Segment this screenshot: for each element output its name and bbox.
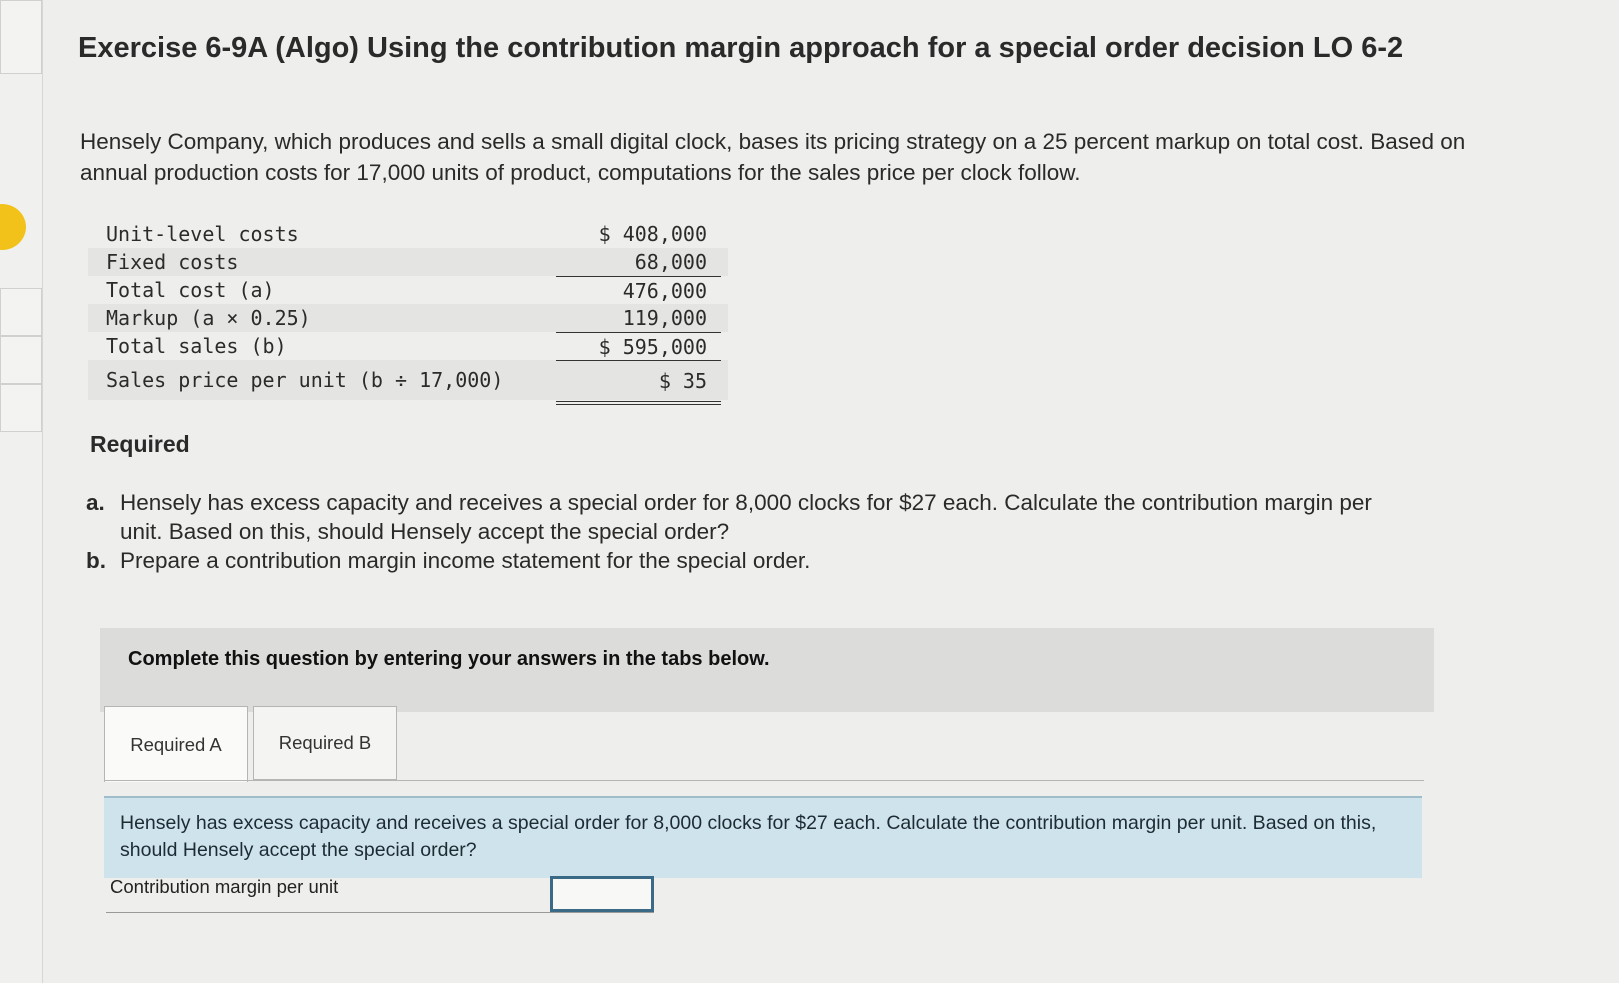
cost-row-value: $ 35 bbox=[556, 360, 721, 405]
item-letter: a. bbox=[86, 490, 105, 515]
tab-required-b[interactable]: Required B bbox=[253, 706, 397, 780]
answer-label: Contribution margin per unit bbox=[110, 876, 339, 897]
cost-row-label: Total sales (b) bbox=[106, 334, 287, 358]
contribution-margin-input[interactable] bbox=[550, 876, 654, 912]
gutter-box bbox=[0, 288, 42, 336]
exercise-intro: Hensely Company, which produces and sell… bbox=[80, 129, 1466, 185]
cost-row: Fixed costs 68,000 bbox=[88, 248, 728, 276]
cost-row-value: 476,000 bbox=[556, 276, 721, 305]
cost-row-label: Unit-level costs bbox=[106, 222, 299, 246]
cost-row: Markup (a × 0.25) 119,000 bbox=[88, 304, 728, 332]
cost-row-label: Sales price per unit (b ÷ 17,000) bbox=[106, 368, 504, 392]
gutter-box bbox=[0, 384, 42, 432]
required-heading: Required bbox=[90, 431, 190, 457]
cost-row: Unit-level costs $ 408,000 bbox=[88, 220, 728, 248]
list-item: a. Hensely has excess capacity and recei… bbox=[86, 488, 1406, 546]
gutter-box bbox=[0, 0, 42, 74]
requirements-list: a. Hensely has excess capacity and recei… bbox=[86, 488, 1406, 575]
left-gutter bbox=[0, 0, 43, 983]
instructions-banner: Complete this question by entering your … bbox=[100, 628, 1434, 712]
cost-row: Total sales (b) $ 595,000 bbox=[88, 332, 728, 360]
tab-required-a[interactable]: Required A bbox=[104, 706, 248, 782]
question-prompt: Hensely has excess capacity and receives… bbox=[104, 796, 1422, 878]
cost-row: Total cost (a) 476,000 bbox=[88, 276, 728, 304]
tab-panel-divider bbox=[104, 780, 1424, 781]
cost-row-value: $ 595,000 bbox=[556, 332, 721, 361]
cost-row-value: 68,000 bbox=[634, 250, 707, 274]
cost-table: Unit-level costs $ 408,000 Fixed costs 6… bbox=[88, 220, 728, 405]
cost-row-label: Fixed costs bbox=[106, 250, 239, 274]
item-letter: b. bbox=[86, 548, 106, 573]
exercise-title: Exercise 6-9A (Algo) Using the contribut… bbox=[78, 32, 1404, 64]
item-text: Hensely has excess capacity and receives… bbox=[120, 490, 1372, 544]
cost-row-label: Markup (a × 0.25) bbox=[106, 306, 311, 330]
cost-row-value: $ 408,000 bbox=[598, 222, 707, 246]
gutter-box bbox=[0, 336, 42, 384]
answer-row: Contribution margin per unit bbox=[106, 870, 654, 913]
item-text: Prepare a contribution margin income sta… bbox=[120, 548, 811, 573]
cost-row-value: 119,000 bbox=[622, 306, 707, 330]
cost-row-label: Total cost (a) bbox=[106, 278, 275, 302]
list-item: b. Prepare a contribution margin income … bbox=[86, 546, 1406, 575]
cost-row: Sales price per unit (b ÷ 17,000) $ 35 bbox=[88, 360, 728, 405]
